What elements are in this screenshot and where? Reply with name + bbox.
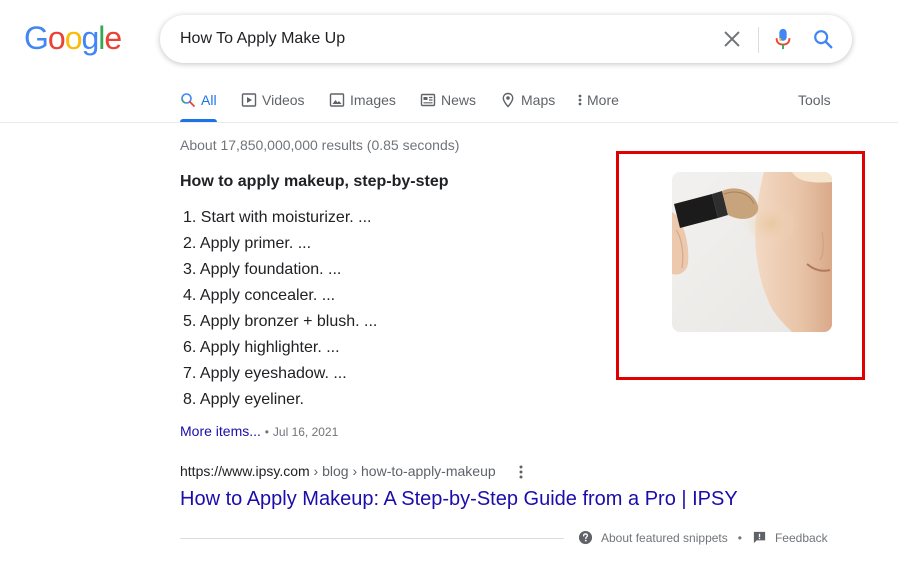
tab-news[interactable]: News [420, 86, 476, 122]
tab-label: Videos [262, 92, 305, 108]
separator-dot: • [264, 425, 269, 439]
tab-more[interactable]: More [576, 86, 619, 122]
tab-label: News [441, 92, 477, 108]
list-item: 8. Apply eyeliner. [183, 391, 304, 408]
search-input[interactable] [180, 15, 700, 63]
result-stats: About 17,850,000,000 results (0.85 secon… [180, 137, 460, 153]
map-pin-icon [502, 92, 514, 108]
footer-divider [180, 538, 564, 539]
tabs-divider [0, 122, 898, 123]
feedback-link[interactable]: Feedback [775, 531, 828, 545]
tab-label: More [587, 92, 619, 108]
tab-label: All [201, 92, 217, 108]
logo-letter: e [104, 20, 122, 56]
snippet-date: Jul 16, 2021 [272, 425, 339, 439]
list-item: 1. Start with moisturizer. ... [183, 209, 372, 226]
logo-letter: o [64, 20, 83, 56]
list-item: 3. Apply foundation. ... [183, 261, 342, 278]
search-icon [181, 93, 195, 107]
snippet-heading: How to apply makeup, step-by-step [180, 173, 449, 190]
tab-videos[interactable]: Videos [241, 86, 305, 122]
separator-dot: • [737, 530, 742, 545]
news-icon [420, 93, 436, 107]
list-item: 5. Apply bronzer + blush. ... [183, 313, 378, 330]
video-icon [241, 93, 257, 107]
help-icon [578, 530, 593, 545]
about-snippets-link[interactable]: About featured snippets [601, 531, 728, 545]
google-logo[interactable]: Google [24, 20, 122, 56]
microphone-icon[interactable] [772, 27, 794, 51]
featured-image[interactable] [672, 172, 832, 332]
more-items-link[interactable]: More items... [180, 423, 261, 439]
tools-button[interactable]: Tools [798, 92, 831, 108]
search-box [160, 15, 852, 63]
kebab-icon[interactable] [514, 464, 528, 480]
result-url[interactable]: https://www.ipsy.com › blog › how-to-app… [180, 463, 496, 479]
result-path: › blog › how-to-apply-makeup [309, 463, 496, 479]
image-icon [329, 93, 345, 107]
tab-images[interactable]: Images [329, 86, 396, 122]
tab-all[interactable]: All [180, 86, 217, 122]
search-icon[interactable] [812, 28, 834, 50]
search-divider [758, 27, 759, 53]
logo-letter: o [47, 20, 66, 56]
tab-label: Images [350, 92, 396, 108]
more-items-line: More items... • Jul 16, 2021 [180, 423, 338, 439]
logo-letter: g [81, 20, 99, 56]
kebab-icon [578, 94, 582, 106]
tab-label: Maps [521, 92, 556, 108]
result-title-link[interactable]: How to Apply Makeup: A Step-by-Step Guid… [180, 488, 738, 511]
list-item: 7. Apply eyeshadow. ... [183, 365, 347, 382]
snippet-steps: 1. Start with moisturizer. ... 2. Apply … [183, 205, 377, 413]
list-item: 4. Apply concealer. ... [183, 287, 336, 304]
feedback-icon [753, 531, 766, 544]
list-item: 2. Apply primer. ... [183, 235, 312, 252]
list-item: 6. Apply highlighter. ... [183, 339, 340, 356]
logo-letter: G [24, 20, 49, 56]
snippet-footer: About featured snippets • Feedback [578, 530, 828, 545]
tab-maps[interactable]: Maps [500, 86, 555, 122]
result-domain: https://www.ipsy.com [180, 463, 310, 479]
clear-icon[interactable] [721, 28, 743, 50]
